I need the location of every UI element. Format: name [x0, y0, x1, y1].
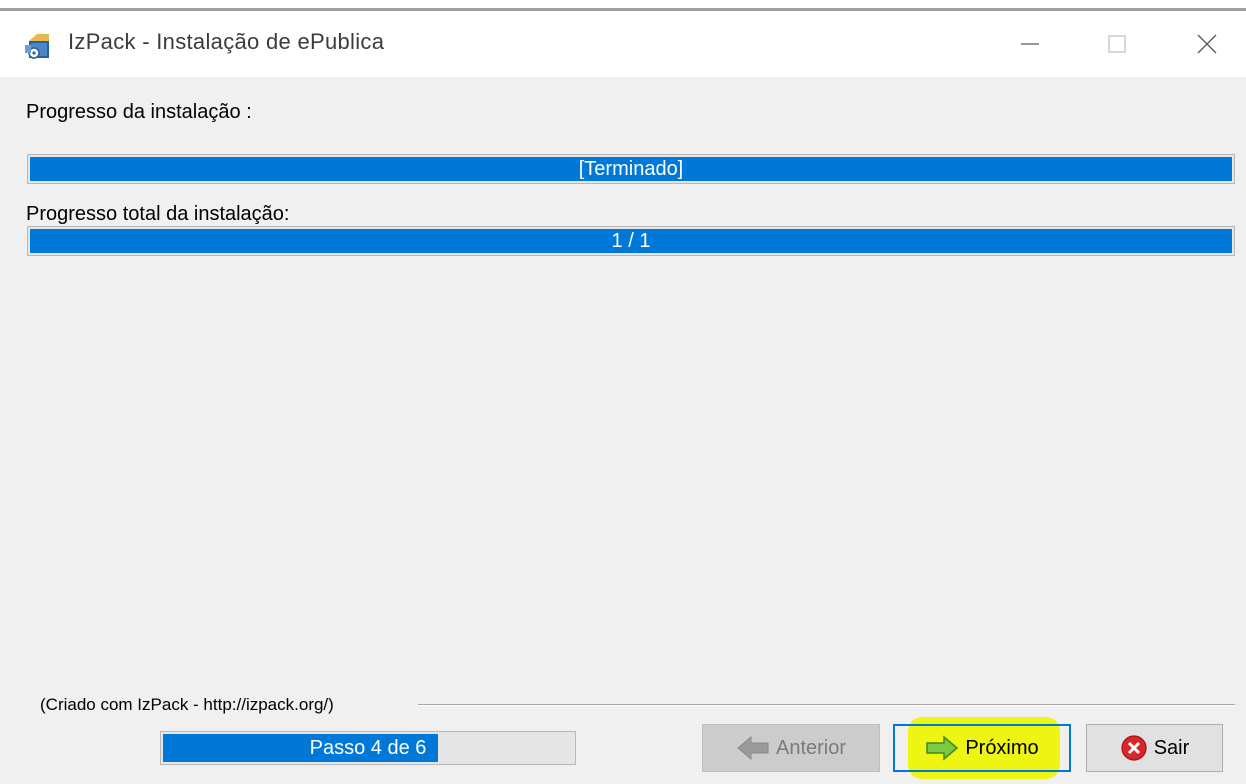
exit-button[interactable]: Sair [1086, 724, 1223, 772]
close-icon [1197, 34, 1217, 54]
next-button[interactable]: Próximo [893, 724, 1071, 772]
izpack-credit: (Criado com IzPack - http://izpack.org/) [40, 695, 334, 714]
arrow-left-icon [737, 735, 769, 761]
window-title: IzPack - Instalação de ePublica [68, 29, 385, 54]
total-progress-bar: 1 / 1 [27, 226, 1235, 256]
total-progress-label: Progresso total da instalação: [26, 203, 290, 225]
installer-app-icon [23, 31, 53, 61]
minimize-icon [1021, 43, 1039, 45]
step-progress-bar: Passo 4 de 6 [160, 731, 576, 765]
step-progress-text: Passo 4 de 6 [309, 736, 427, 759]
install-progress-label: Progresso da instalação : [26, 101, 252, 123]
close-circle-icon [1121, 735, 1147, 761]
install-progress-bar: [Terminado] [27, 154, 1235, 184]
minimize-button[interactable] [985, 11, 1075, 77]
next-button-label: Próximo [965, 736, 1039, 759]
maximize-button[interactable] [1072, 11, 1162, 77]
exit-button-label: Sair [1153, 736, 1190, 759]
install-progress-text: [Terminado] [578, 157, 684, 180]
installer-window: IzPack - Instalação de ePublica Progress… [0, 8, 1246, 784]
maximize-icon [1108, 35, 1126, 53]
previous-button[interactable]: Anterior [702, 724, 880, 772]
total-progress-text: 1 / 1 [611, 229, 651, 252]
arrow-right-icon [926, 735, 959, 761]
footer-divider [418, 704, 1235, 706]
previous-button-label: Anterior [775, 736, 847, 759]
close-button[interactable] [1162, 11, 1246, 77]
title-bar: IzPack - Instalação de ePublica [0, 11, 1246, 77]
